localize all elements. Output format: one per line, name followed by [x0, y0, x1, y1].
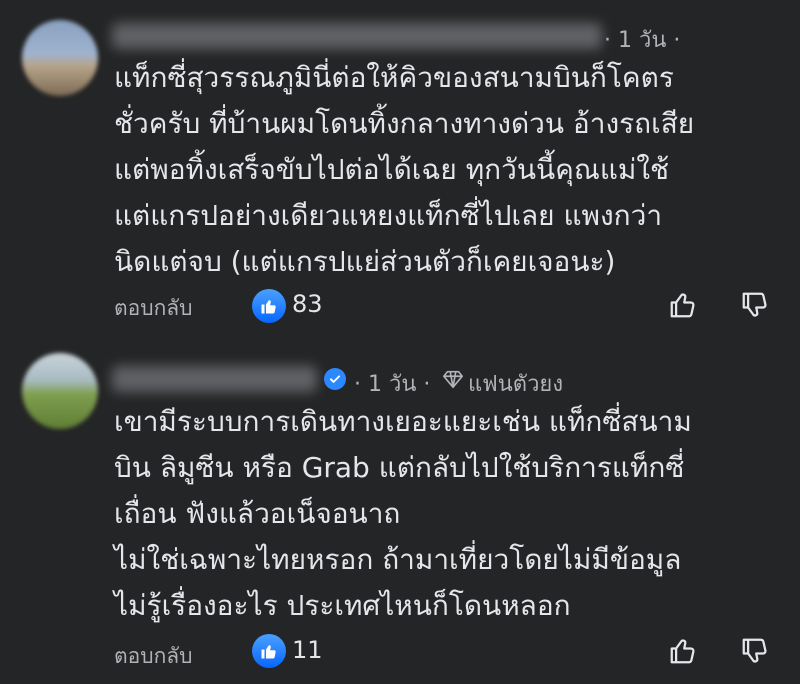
thumbs-down-icon[interactable] — [740, 290, 770, 320]
thumbs-up-icon[interactable] — [668, 290, 698, 320]
like-badge-icon — [252, 289, 286, 323]
thumbs-down-icon[interactable] — [740, 636, 770, 666]
like-badge-icon — [252, 634, 286, 668]
thumbs-up-icon[interactable] — [668, 636, 698, 666]
comment-text: เขามีระบบการเดินทางเยอะแยะเช่น แท็กซี่สน… — [114, 405, 692, 622]
reply-button[interactable]: ตอบกลับ — [114, 292, 193, 325]
verified-icon — [324, 368, 346, 390]
author-name-blurred[interactable] — [112, 23, 602, 49]
reply-button[interactable]: ตอบกลับ — [114, 640, 193, 673]
like-count: 11 — [292, 636, 323, 664]
comment-timestamp[interactable]: · 1 วัน · — [604, 22, 680, 57]
avatar[interactable] — [22, 353, 98, 429]
like-count: 83 — [292, 290, 323, 318]
top-fan-badge: แฟนตัวยง — [468, 372, 564, 397]
comment-timestamp[interactable]: · 1 วัน · — [354, 366, 430, 401]
comment-text: แท็กซี่สุวรรณภูมินี่ต่อให้คิวของสนามบินก… — [114, 61, 695, 278]
diamond-icon — [443, 370, 463, 389]
author-name-blurred[interactable] — [112, 366, 317, 392]
avatar[interactable] — [22, 20, 98, 96]
